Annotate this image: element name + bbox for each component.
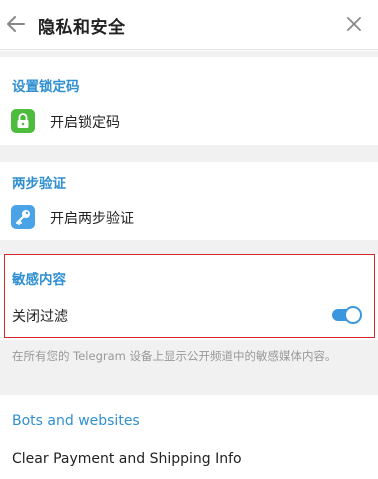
- header-bar: 隐私和安全: [0, 0, 378, 50]
- section-divider: [0, 51, 378, 57]
- arrow-left-icon[interactable]: [5, 13, 27, 35]
- sensitive-hint-area: 在所有您的 Telegram 设备上显示公开频道中的敏感媒体内容。: [0, 340, 378, 395]
- filter-toggle-label: 关闭过滤: [12, 309, 68, 325]
- sensitive-hint-text: 在所有您的 Telegram 设备上显示公开频道中的敏感媒体内容。: [12, 349, 337, 363]
- section-title-sensitive: 敏感内容: [12, 272, 66, 288]
- toggle-knob: [344, 306, 362, 324]
- filter-toggle-switch[interactable]: [330, 305, 362, 325]
- lock-icon: [11, 109, 35, 133]
- section-divider: [0, 145, 378, 162]
- section-divider: [0, 240, 378, 254]
- key-icon: [11, 205, 35, 229]
- section-title-bots: Bots and websites: [12, 413, 140, 429]
- section-title-two-step: 两步验证: [12, 176, 66, 192]
- page-title: 隐私和安全: [38, 18, 126, 38]
- clear-payment-info-row[interactable]: Clear Payment and Shipping Info: [12, 451, 242, 467]
- close-icon[interactable]: [343, 13, 365, 35]
- passcode-label: 开启锁定码: [50, 115, 120, 131]
- section-title-passcode: 设置锁定码: [12, 79, 80, 95]
- two-step-label: 开启两步验证: [50, 211, 134, 227]
